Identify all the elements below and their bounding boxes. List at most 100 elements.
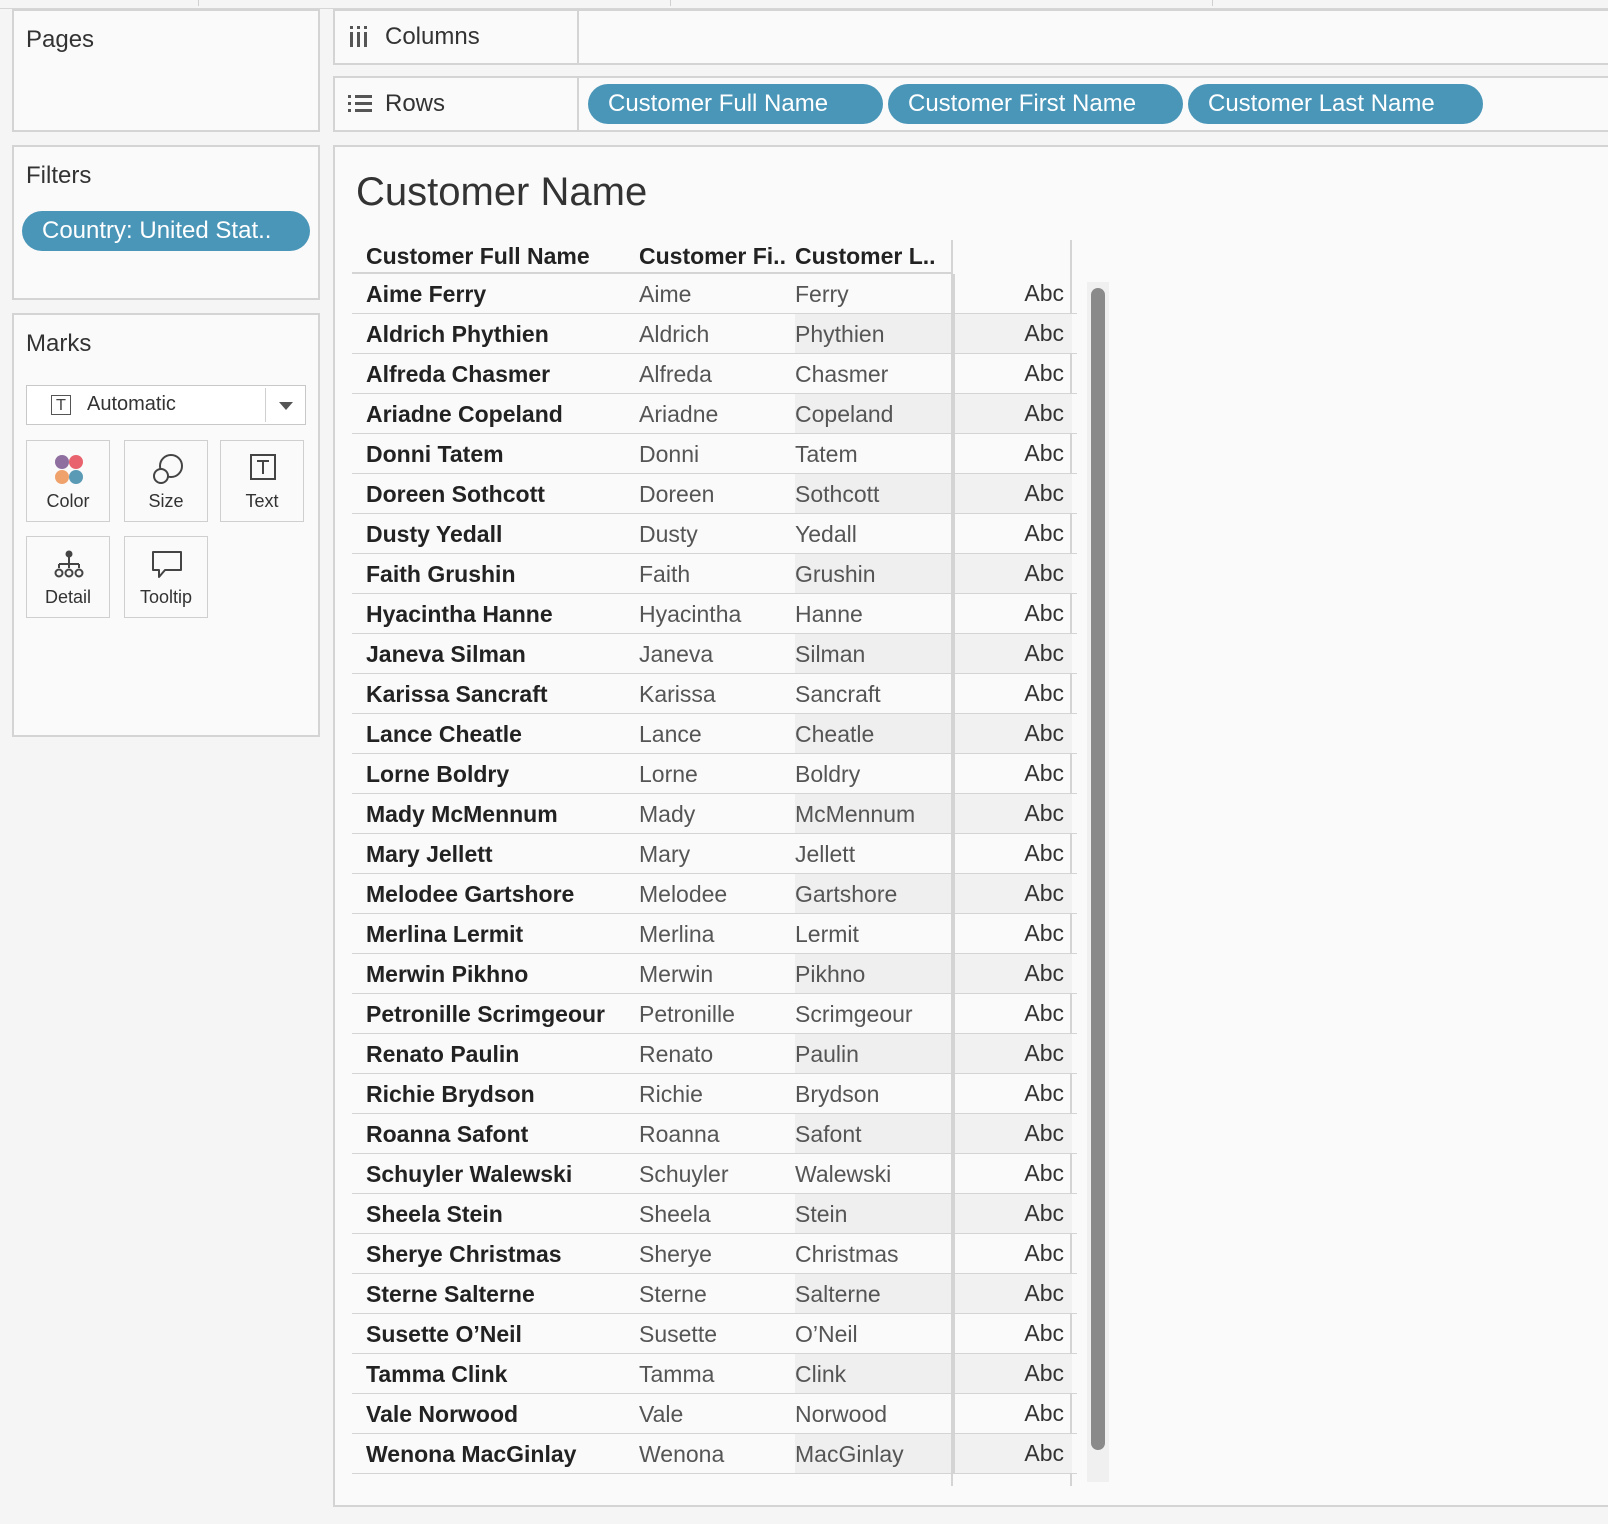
cell-last-name[interactable]: Gartshore [795, 881, 897, 908]
mark-cell[interactable]: Abc [953, 554, 1072, 593]
cell-first-name[interactable]: Schuyler [639, 1161, 728, 1188]
table-row[interactable]: Aldrich Phythien Aldrich Phythien Abc [352, 314, 1077, 354]
mark-cell[interactable]: Abc [953, 914, 1072, 953]
mark-cell[interactable]: Abc [953, 1274, 1072, 1313]
cell-full-name[interactable]: Aime Ferry [366, 281, 486, 308]
table-row[interactable]: Roanna Safont Roanna Safont Abc [352, 1114, 1077, 1154]
chevron-down-icon[interactable] [279, 402, 293, 410]
cell-full-name[interactable]: Alfreda Chasmer [366, 361, 550, 388]
table-row[interactable]: Lorne Boldry Lorne Boldry Abc [352, 754, 1077, 794]
mark-cell[interactable]: Abc [953, 394, 1072, 433]
columns-shelf[interactable]: Columns [333, 9, 1608, 65]
cell-last-name[interactable]: Salterne [795, 1281, 881, 1308]
cell-last-name[interactable]: Copeland [795, 401, 893, 428]
cell-first-name[interactable]: Lance [639, 721, 702, 748]
cell-first-name[interactable]: Mady [639, 801, 695, 828]
mark-cell[interactable]: Abc [953, 274, 1072, 313]
mark-cell[interactable]: Abc [953, 1234, 1072, 1273]
text-button[interactable]: Text [220, 440, 304, 522]
cell-full-name[interactable]: Schuyler Walewski [366, 1161, 572, 1188]
cell-first-name[interactable]: Doreen [639, 481, 714, 508]
cell-full-name[interactable]: Doreen Sothcott [366, 481, 545, 508]
table-row[interactable]: Hyacintha Hanne Hyacintha Hanne Abc [352, 594, 1077, 634]
mark-cell[interactable]: Abc [953, 514, 1072, 553]
cell-first-name[interactable]: Sheela [639, 1201, 711, 1228]
mark-cell[interactable]: Abc [953, 1114, 1072, 1153]
cell-first-name[interactable]: Roanna [639, 1121, 720, 1148]
cell-full-name[interactable]: Merwin Pikhno [366, 961, 528, 988]
table-row[interactable]: Vale Norwood Vale Norwood Abc [352, 1394, 1077, 1434]
table-row[interactable]: Mary Jellett Mary Jellett Abc [352, 834, 1077, 874]
mark-cell[interactable]: Abc [953, 1074, 1072, 1113]
cell-first-name[interactable]: Sterne [639, 1281, 707, 1308]
cell-first-name[interactable]: Janeva [639, 641, 713, 668]
detail-button[interactable]: Detail [26, 536, 110, 618]
mark-cell[interactable]: Abc [953, 1354, 1072, 1393]
cell-full-name[interactable]: Karissa Sancraft [366, 681, 548, 708]
cell-last-name[interactable]: Sothcott [795, 481, 879, 508]
cell-first-name[interactable]: Richie [639, 1081, 703, 1108]
table-row[interactable]: Aime Ferry Aime Ferry Abc [352, 274, 1077, 314]
cell-full-name[interactable]: Tamma Clink [366, 1361, 507, 1388]
mark-cell[interactable]: Abc [953, 314, 1072, 353]
cell-full-name[interactable]: Sterne Salterne [366, 1281, 535, 1308]
cell-full-name[interactable]: Dusty Yedall [366, 521, 502, 548]
cell-full-name[interactable]: Mady McMennum [366, 801, 558, 828]
mark-cell[interactable]: Abc [953, 1434, 1072, 1473]
cell-full-name[interactable]: Donni Tatem [366, 441, 504, 468]
table-row[interactable]: Karissa Sancraft Karissa Sancraft Abc [352, 674, 1077, 714]
cell-first-name[interactable]: Renato [639, 1041, 713, 1068]
cell-first-name[interactable]: Susette [639, 1321, 717, 1348]
mark-cell[interactable]: Abc [953, 354, 1072, 393]
cell-first-name[interactable]: Melodee [639, 881, 727, 908]
mark-cell[interactable]: Abc [953, 794, 1072, 833]
cell-last-name[interactable]: Chasmer [795, 361, 888, 388]
cell-first-name[interactable]: Sherye [639, 1241, 712, 1268]
cell-last-name[interactable]: Ferry [795, 281, 849, 308]
table-row[interactable]: Faith Grushin Faith Grushin Abc [352, 554, 1077, 594]
pages-card[interactable]: Pages [12, 9, 320, 132]
header-customer-last-name[interactable]: Customer L.. [795, 243, 936, 270]
mark-cell[interactable]: Abc [953, 1314, 1072, 1353]
mark-cell[interactable]: Abc [953, 994, 1072, 1033]
table-row[interactable]: Alfreda Chasmer Alfreda Chasmer Abc [352, 354, 1077, 394]
cell-last-name[interactable]: Clink [795, 1361, 846, 1388]
table-row[interactable]: Sheela Stein Sheela Stein Abc [352, 1194, 1077, 1234]
cell-full-name[interactable]: Richie Brydson [366, 1081, 535, 1108]
cell-full-name[interactable]: Renato Paulin [366, 1041, 519, 1068]
color-button[interactable]: Color [26, 440, 110, 522]
mark-type-dropdown[interactable]: T Automatic [26, 385, 306, 425]
cell-last-name[interactable]: Tatem [795, 441, 858, 468]
header-customer-full-name[interactable]: Customer Full Name [366, 243, 590, 270]
cell-last-name[interactable]: Jellett [795, 841, 855, 868]
cell-first-name[interactable]: Karissa [639, 681, 716, 708]
mark-cell[interactable]: Abc [953, 1154, 1072, 1193]
cell-full-name[interactable]: Ariadne Copeland [366, 401, 563, 428]
cell-last-name[interactable]: Walewski [795, 1161, 891, 1188]
table-row[interactable]: Doreen Sothcott Doreen Sothcott Abc [352, 474, 1077, 514]
cell-first-name[interactable]: Merwin [639, 961, 713, 988]
cell-first-name[interactable]: Aime [639, 281, 691, 308]
cell-last-name[interactable]: O’Neil [795, 1321, 858, 1348]
cell-last-name[interactable]: Christmas [795, 1241, 899, 1268]
cell-first-name[interactable]: Dusty [639, 521, 698, 548]
mark-cell[interactable]: Abc [953, 634, 1072, 673]
cell-last-name[interactable]: Stein [795, 1201, 847, 1228]
cell-last-name[interactable]: Pikhno [795, 961, 865, 988]
cell-full-name[interactable]: Melodee Gartshore [366, 881, 574, 908]
cell-full-name[interactable]: Lorne Boldry [366, 761, 509, 788]
cell-last-name[interactable]: Paulin [795, 1041, 859, 1068]
rows-pill-full-name[interactable]: Customer Full Name [588, 84, 883, 124]
cell-first-name[interactable]: Wenona [639, 1441, 724, 1468]
mark-cell[interactable]: Abc [953, 674, 1072, 713]
cell-first-name[interactable]: Vale [639, 1401, 683, 1428]
cell-first-name[interactable]: Faith [639, 561, 690, 588]
cell-first-name[interactable]: Hyacintha [639, 601, 741, 628]
cell-last-name[interactable]: Safont [795, 1121, 862, 1148]
cell-first-name[interactable]: Alfreda [639, 361, 712, 388]
table-row[interactable]: Ariadne Copeland Ariadne Copeland Abc [352, 394, 1077, 434]
tooltip-button[interactable]: Tooltip [124, 536, 208, 618]
mark-cell[interactable]: Abc [953, 1394, 1072, 1433]
mark-cell[interactable]: Abc [953, 1194, 1072, 1233]
mark-cell[interactable]: Abc [953, 714, 1072, 753]
